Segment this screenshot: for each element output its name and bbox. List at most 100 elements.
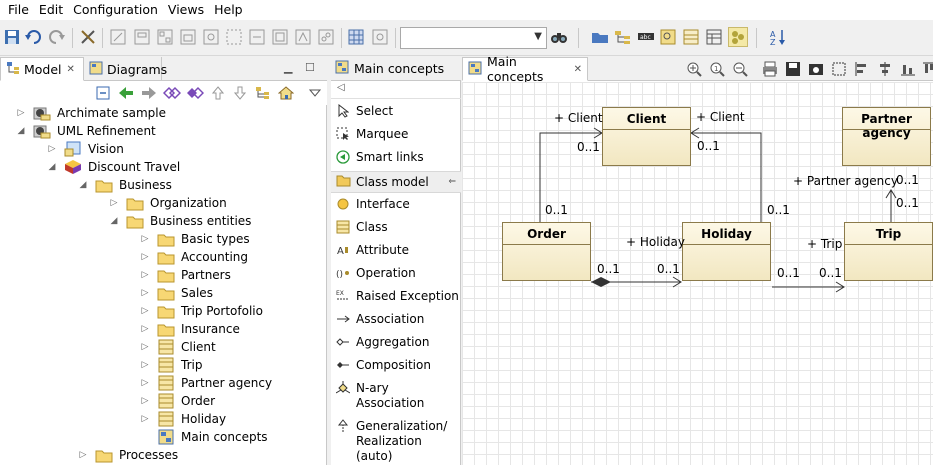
- collapsed-arrow-icon[interactable]: ▷: [108, 198, 120, 208]
- collapsed-arrow-icon[interactable]: ▷: [139, 396, 151, 406]
- tree-item-insurance[interactable]: ▷ Insurance: [139, 320, 240, 338]
- diagram-tool-6-icon[interactable]: [224, 27, 244, 47]
- tools-icon[interactable]: [78, 27, 98, 47]
- align-top-icon[interactable]: [919, 59, 933, 79]
- tag-icon[interactable]: abc: [636, 27, 656, 47]
- tree-item-partner-agency[interactable]: ▷ Partner agency: [139, 374, 272, 392]
- hierarchy-icon[interactable]: [254, 84, 272, 102]
- table-gear-icon[interactable]: [370, 27, 390, 47]
- expanded-arrow-icon[interactable]: ◢: [108, 216, 120, 226]
- tree-item-processes[interactable]: ▷ Processes: [77, 446, 178, 464]
- collapsed-arrow-icon[interactable]: ▷: [139, 414, 151, 424]
- print-icon[interactable]: [760, 59, 780, 79]
- align-center-icon[interactable]: [875, 59, 895, 79]
- tree-item-business[interactable]: ◢ Business: [77, 176, 172, 194]
- class-model-drawer[interactable]: Class model ⇐: [331, 171, 461, 193]
- tree-item-sales[interactable]: ▷ Sales: [139, 284, 213, 302]
- back-arrow-icon[interactable]: [117, 84, 135, 102]
- collapsed-arrow-icon[interactable]: ▷: [139, 342, 151, 352]
- grid-icon[interactable]: [705, 27, 725, 47]
- tab-diagrams[interactable]: Diagrams: [84, 57, 167, 81]
- menu-views[interactable]: Views: [163, 0, 209, 20]
- collapsed-arrow-icon[interactable]: ▷: [139, 288, 151, 298]
- group-icon[interactable]: [728, 27, 748, 47]
- close-icon[interactable]: ✕: [574, 64, 582, 75]
- layout-icon[interactable]: [682, 27, 702, 47]
- collapsed-arrow-icon[interactable]: ▷: [139, 270, 151, 280]
- palette-collapse-bar[interactable]: ◁: [331, 81, 461, 99]
- palette-nary-association[interactable]: N-ary Association: [335, 379, 424, 410]
- tree-item-client[interactable]: ▷ Client: [139, 338, 216, 356]
- tree-item-order[interactable]: ▷ Order: [139, 392, 215, 410]
- view-menu-icon[interactable]: [306, 84, 324, 102]
- home-icon[interactable]: [277, 84, 295, 102]
- forward-arrow-icon[interactable]: [140, 84, 158, 102]
- palette-smart-links[interactable]: Smart links: [335, 148, 424, 170]
- tree-item-discount-travel[interactable]: ◢ Discount Travel: [46, 158, 180, 176]
- link-left-icon[interactable]: [163, 84, 181, 102]
- tree-item-uml-refinement[interactable]: ◢ UML Refinement: [15, 122, 156, 140]
- filter-icon[interactable]: [659, 27, 679, 47]
- tree-item-basic-types[interactable]: ▷ Basic types: [139, 230, 250, 248]
- down-arrow-icon[interactable]: [231, 84, 249, 102]
- palette-tab[interactable]: Main concepts: [331, 57, 461, 81]
- expanded-arrow-icon[interactable]: ◢: [46, 162, 58, 172]
- collapsed-arrow-icon[interactable]: ▷: [139, 252, 151, 262]
- collapse-left-icon[interactable]: ◁: [337, 82, 345, 93]
- collapsed-arrow-icon[interactable]: ▷: [46, 144, 58, 154]
- tree-item-holiday[interactable]: ▷ Holiday: [139, 410, 226, 428]
- view-selector-combo[interactable]: ▼: [400, 27, 547, 49]
- menu-configuration[interactable]: Configuration: [68, 0, 163, 20]
- diagram-tool-5-icon[interactable]: [201, 27, 221, 47]
- binoculars-icon[interactable]: [549, 27, 569, 47]
- diagram-canvas[interactable]: Client Partner agency Order Holiday Trip…: [462, 82, 933, 465]
- tree-item-vision[interactable]: ▷ Vision: [46, 140, 124, 158]
- class-holiday[interactable]: Holiday: [682, 222, 771, 281]
- zoom-out-icon[interactable]: [730, 59, 750, 79]
- class-client[interactable]: Client: [602, 107, 691, 166]
- palette-interface[interactable]: Interface: [335, 195, 410, 217]
- class-partner-agency[interactable]: Partner agency: [842, 107, 931, 166]
- diagram-tool-2-icon[interactable]: [132, 27, 152, 47]
- save-diagram-icon[interactable]: [783, 59, 803, 79]
- collapsed-arrow-icon[interactable]: ▷: [139, 306, 151, 316]
- expanded-arrow-icon[interactable]: ◢: [15, 126, 27, 136]
- close-icon[interactable]: ✕: [67, 64, 75, 75]
- tree-item-business-entities[interactable]: ◢ Business entities: [108, 212, 251, 230]
- diagram-tool-7-icon[interactable]: [247, 27, 267, 47]
- collapse-all-icon[interactable]: [94, 84, 112, 102]
- save-icon[interactable]: [2, 27, 22, 47]
- align-left-icon[interactable]: [852, 59, 872, 79]
- tree-item-organization[interactable]: ▷ Organization: [108, 194, 227, 212]
- align-bottom-icon[interactable]: [898, 59, 918, 79]
- tree-item-accounting[interactable]: ▷ Accounting: [139, 248, 248, 266]
- folder-icon[interactable]: [590, 27, 610, 47]
- collapsed-arrow-icon[interactable]: ▷: [77, 450, 89, 460]
- tree-item-partners[interactable]: ▷ Partners: [139, 266, 231, 284]
- palette-marquee[interactable]: Marquee: [335, 125, 408, 147]
- drawer-toggle-icon[interactable]: ⇐: [448, 177, 456, 187]
- diagram-tool-1-icon[interactable]: [108, 27, 128, 47]
- class-order[interactable]: Order: [502, 222, 591, 281]
- class-trip[interactable]: Trip: [844, 222, 933, 281]
- tab-model[interactable]: Model ✕: [0, 57, 84, 81]
- menu-file[interactable]: File: [3, 0, 34, 20]
- palette-class[interactable]: Class: [335, 218, 388, 240]
- table-icon[interactable]: [346, 27, 366, 47]
- select-frame-icon[interactable]: [829, 59, 849, 79]
- diagram-tool-3-icon[interactable]: [155, 27, 175, 47]
- diagram-tool-4-icon[interactable]: [178, 27, 198, 47]
- undo-icon[interactable]: [24, 27, 44, 47]
- palette-raised-exception[interactable]: EX Raised Exception: [335, 287, 459, 309]
- diagram-tool-8-icon[interactable]: [270, 27, 290, 47]
- tree-item-trip-portofolio[interactable]: ▷ Trip Portofolio: [139, 302, 263, 320]
- maximize-icon[interactable]: ☐: [305, 61, 315, 74]
- up-arrow-icon[interactable]: [209, 84, 227, 102]
- palette-composition[interactable]: Composition: [335, 356, 431, 378]
- tab-main-concepts[interactable]: Main concepts ✕: [462, 54, 588, 84]
- zoom-in-icon[interactable]: [684, 59, 704, 79]
- palette-operation[interactable]: () Operation: [335, 264, 416, 286]
- expanded-arrow-icon[interactable]: ◢: [77, 180, 89, 190]
- sort-az-icon[interactable]: AZ: [768, 27, 788, 47]
- palette-select[interactable]: Select: [335, 102, 393, 124]
